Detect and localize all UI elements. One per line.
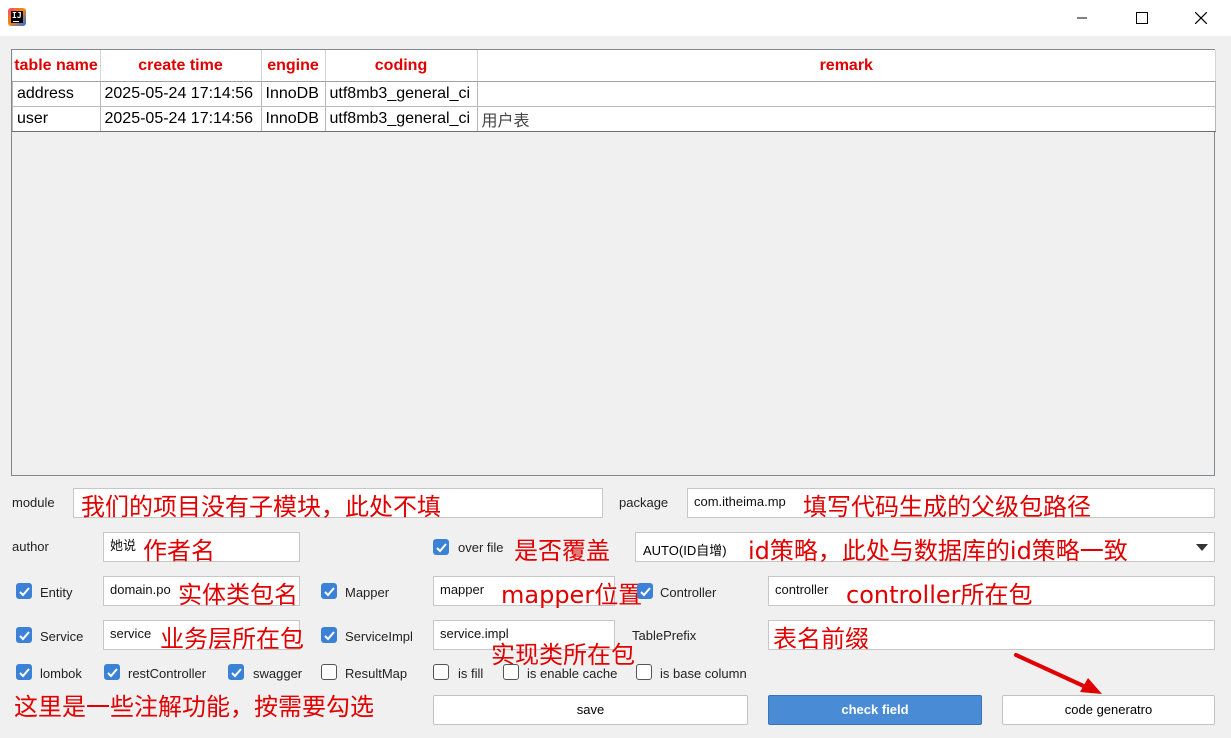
- cell-coding: utf8mb3_general_ci: [324, 81, 478, 107]
- cell-table-name: address: [12, 81, 101, 107]
- module-annotation: 我们的项目没有子模块，此处不填: [81, 493, 441, 521]
- resultmap-label: ResultMap: [345, 666, 408, 681]
- table-row[interactable]: user 2025-05-24 17:14:56 InnoDB utf8mb3_…: [12, 106, 1216, 132]
- serviceimpl-checkbox[interactable]: [321, 627, 337, 643]
- cache-checkbox[interactable]: [503, 664, 519, 680]
- entity-label: Entity: [40, 585, 73, 600]
- module-label: module: [12, 495, 55, 510]
- table-row[interactable]: address 2025-05-24 17:14:56 InnoDB utf8m…: [12, 81, 1216, 107]
- package-annotation: 填写代码生成的父级包路径: [803, 493, 1091, 521]
- lombok-label: lombok: [40, 666, 82, 681]
- overfile-checkbox[interactable]: [433, 539, 449, 555]
- column-header-engine[interactable]: engine: [261, 50, 326, 82]
- close-icon: [1195, 12, 1207, 24]
- mapper-checkbox[interactable]: [321, 583, 337, 599]
- cell-table-name: user: [12, 106, 101, 132]
- tables-grid: table name create time engine coding rem…: [12, 50, 1216, 132]
- mapper-annotation: mapper位置: [501, 581, 643, 609]
- minimize-icon: [1077, 17, 1087, 19]
- restcontroller-label: restController: [128, 666, 207, 681]
- annotations-hint: 这里是一些注解功能，按需要勾选: [14, 693, 374, 721]
- swagger-label: swagger: [253, 666, 303, 681]
- check-field-button[interactable]: check field: [768, 695, 982, 725]
- swagger-checkbox[interactable]: [228, 664, 244, 680]
- maximize-icon: [1136, 12, 1148, 24]
- column-header-coding[interactable]: coding: [325, 50, 478, 82]
- controller-checkbox[interactable]: [637, 583, 653, 599]
- entity-checkbox[interactable]: [16, 583, 32, 599]
- package-label: package: [619, 495, 669, 510]
- author-annotation: 作者名: [143, 537, 215, 565]
- column-header-remark[interactable]: remark: [477, 50, 1216, 82]
- isfill-label: is fill: [458, 666, 484, 681]
- title-bar: [0, 0, 1231, 36]
- controller-label: Controller: [660, 585, 717, 600]
- service-label: Service: [40, 629, 84, 644]
- overfile-label: over file: [458, 540, 504, 555]
- service-annotation: 业务层所在包: [160, 625, 304, 653]
- id-strategy-annotation: id策略，此处与数据库的id策略一致: [748, 537, 1128, 565]
- cell-create-time: 2025-05-24 17:14:56: [99, 106, 262, 132]
- lombok-checkbox[interactable]: [16, 664, 32, 680]
- cell-coding: utf8mb3_general_ci: [324, 106, 478, 132]
- controller-value: controller: [775, 582, 829, 597]
- mapper-label: Mapper: [345, 585, 390, 600]
- basecolumn-label: is base column: [660, 666, 747, 681]
- save-button[interactable]: save: [433, 695, 748, 725]
- cell-remark: 用户表: [476, 106, 1216, 132]
- mapper-value: mapper: [440, 582, 485, 597]
- author-label: author: [12, 539, 49, 554]
- cell-engine: InnoDB: [260, 81, 326, 107]
- column-header-table-name[interactable]: table name: [12, 50, 101, 82]
- author-value: 她说: [110, 538, 137, 553]
- close-button[interactable]: [1178, 0, 1224, 36]
- entity-value: domain.po: [110, 582, 171, 597]
- app-icon: IJ: [8, 8, 26, 26]
- basecolumn-checkbox[interactable]: [636, 664, 652, 680]
- table-header-row: table name create time engine coding rem…: [12, 50, 1216, 82]
- cell-create-time: 2025-05-24 17:14:56: [99, 81, 262, 107]
- code-generator-button[interactable]: code generatro: [1002, 695, 1215, 725]
- id-strategy-value: AUTO(ID自增): [643, 543, 727, 558]
- service-checkbox[interactable]: [16, 627, 32, 643]
- isfill-checkbox[interactable]: [433, 664, 449, 680]
- cache-label: is enable cache: [527, 666, 618, 681]
- tableprefix-annotation: 表名前缀: [773, 625, 869, 653]
- serviceimpl-label: ServiceImpl: [345, 629, 413, 644]
- cell-engine: InnoDB: [260, 106, 326, 132]
- maximize-button[interactable]: [1119, 0, 1165, 36]
- overfile-annotation: 是否覆盖: [514, 537, 610, 565]
- cell-remark: [476, 81, 1216, 107]
- package-value: com.itheima.mp: [694, 494, 786, 509]
- chevron-down-icon: [1196, 544, 1208, 551]
- restcontroller-checkbox[interactable]: [104, 664, 120, 680]
- resultmap-checkbox[interactable]: [321, 664, 337, 680]
- red-arrow-icon: [1014, 653, 1102, 694]
- table-list[interactable]: table name create time engine coding rem…: [11, 49, 1216, 476]
- controller-annotation: controller所在包: [846, 581, 1033, 609]
- minimize-button[interactable]: [1059, 0, 1105, 36]
- column-header-create-time[interactable]: create time: [100, 50, 262, 82]
- service-value: service: [110, 626, 152, 641]
- entity-annotation: 实体类包名: [178, 581, 298, 609]
- tableprefix-label: TablePrefix: [632, 628, 697, 643]
